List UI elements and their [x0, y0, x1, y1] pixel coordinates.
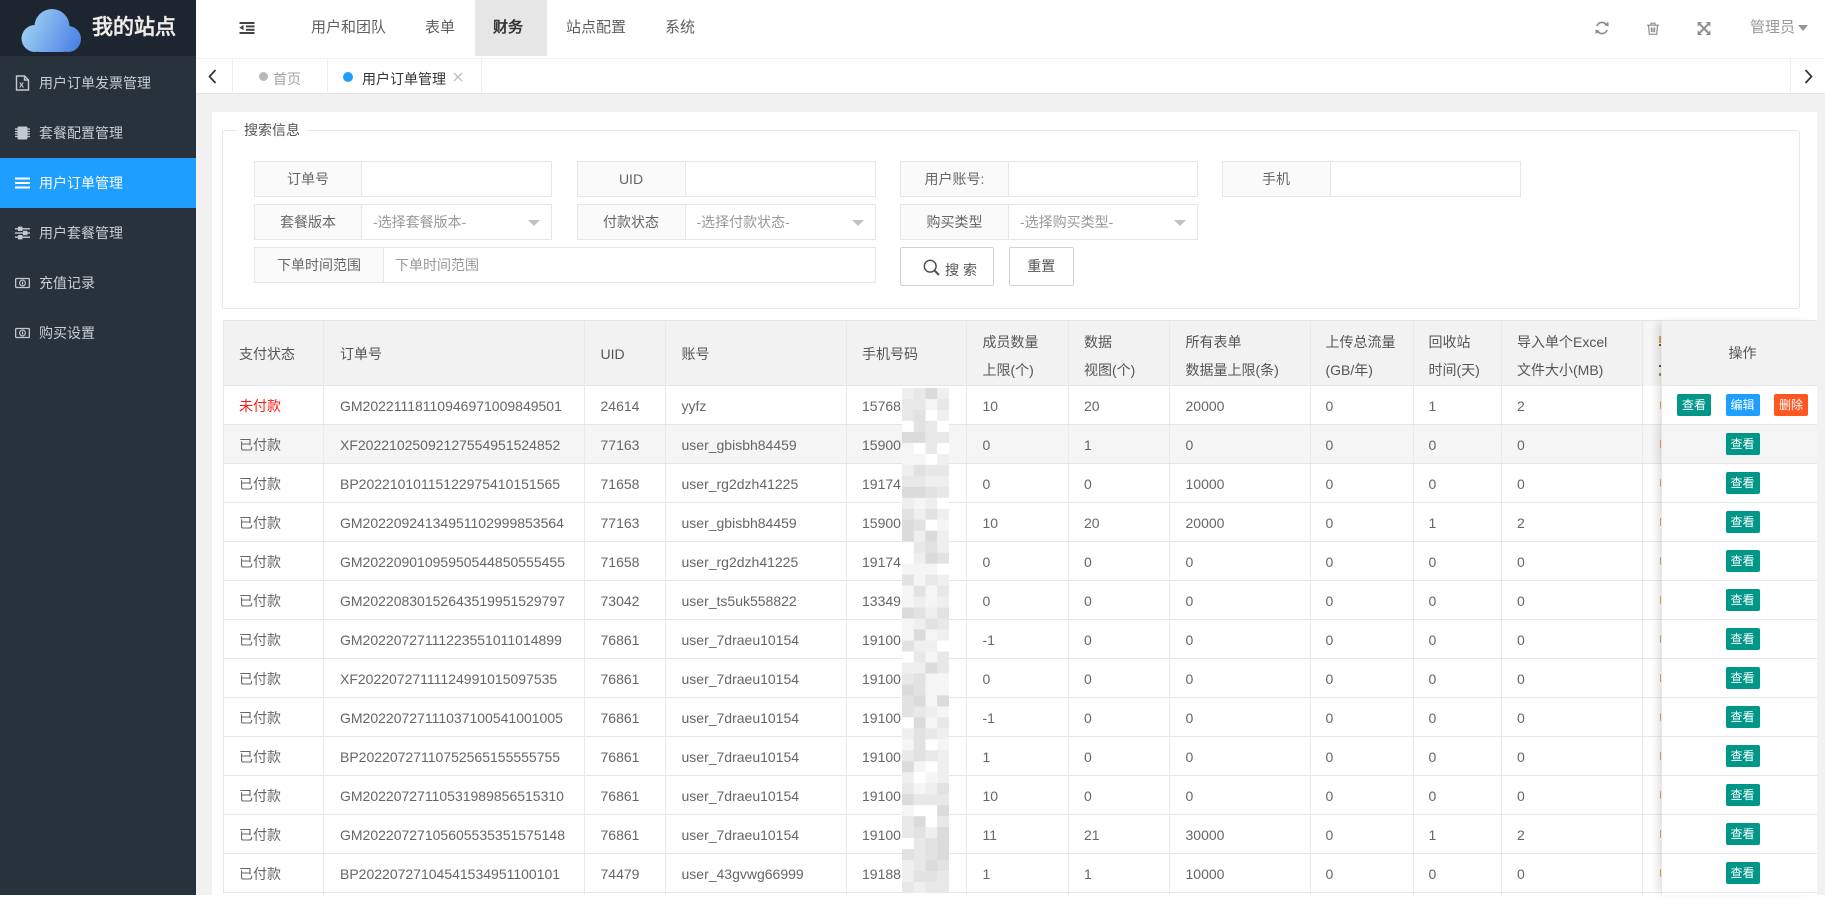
svg-text:x: x	[19, 80, 24, 90]
